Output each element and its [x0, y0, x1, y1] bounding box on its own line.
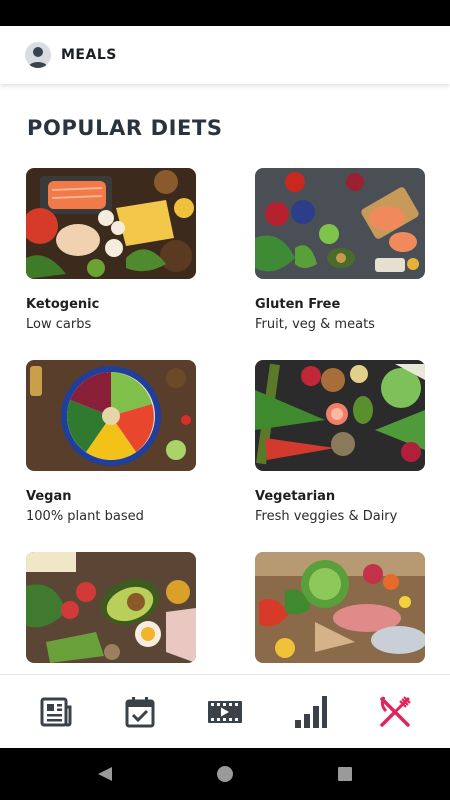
nav-item-video[interactable]	[197, 684, 253, 740]
diet-card-vegetarian[interactable]: Vegetarian Fresh veggies & Dairy	[255, 360, 425, 529]
status-bar	[0, 0, 450, 26]
diet-image	[26, 360, 196, 471]
video-icon	[207, 700, 242, 723]
system-nav-bar	[0, 748, 450, 800]
diet-image	[255, 360, 425, 471]
nav-item-meals[interactable]	[367, 684, 423, 740]
diet-name: Vegan	[26, 489, 72, 504]
recents-square-icon	[338, 767, 352, 781]
stats-icon	[295, 695, 328, 728]
bottom-nav	[0, 674, 450, 748]
back-triangle-icon	[98, 767, 112, 781]
diet-card-gluten-free[interactable]: Gluten Free Fruit, veg & meats	[255, 168, 425, 337]
diet-image	[26, 552, 196, 663]
diet-description: Low carbs	[26, 317, 92, 332]
calendar-check-icon	[125, 696, 155, 727]
user-avatar-icon[interactable]	[25, 42, 51, 68]
nav-item-news[interactable]	[27, 684, 83, 740]
diet-description: Fruit, veg & meats	[255, 317, 375, 332]
back-button[interactable]	[93, 762, 117, 786]
diet-card-vegan[interactable]: Vegan 100% plant based	[26, 360, 196, 529]
diet-card-6[interactable]	[255, 552, 425, 674]
diet-card-ketogenic[interactable]: Ketogenic Low carbs	[26, 168, 196, 337]
diet-grid: Ketogenic Low carbs Gluten Free Fruit, v…	[26, 168, 426, 674]
page-title: MEALS	[61, 47, 117, 63]
nav-item-stats[interactable]	[282, 684, 338, 740]
section-title: POPULAR DIETS	[27, 116, 223, 140]
diet-name: Gluten Free	[255, 297, 341, 312]
diet-card-5[interactable]	[26, 552, 196, 674]
recents-button[interactable]	[333, 762, 357, 786]
home-circle-icon	[217, 766, 233, 782]
app-header: MEALS	[0, 26, 450, 84]
nav-item-calendar[interactable]	[112, 684, 168, 740]
diet-name: Vegetarian	[255, 489, 336, 504]
home-button[interactable]	[213, 762, 237, 786]
diet-image	[255, 168, 425, 279]
main-content[interactable]: POPULAR DIETS Ketogenic Low carbs Gluten…	[0, 84, 450, 674]
fork-knife-icon	[380, 695, 412, 727]
diet-description: Fresh veggies & Dairy	[255, 509, 398, 524]
diet-image	[255, 552, 425, 663]
diet-description: 100% plant based	[26, 509, 144, 524]
diet-name: Ketogenic	[26, 297, 100, 312]
news-icon	[40, 697, 72, 726]
diet-image	[26, 168, 196, 279]
